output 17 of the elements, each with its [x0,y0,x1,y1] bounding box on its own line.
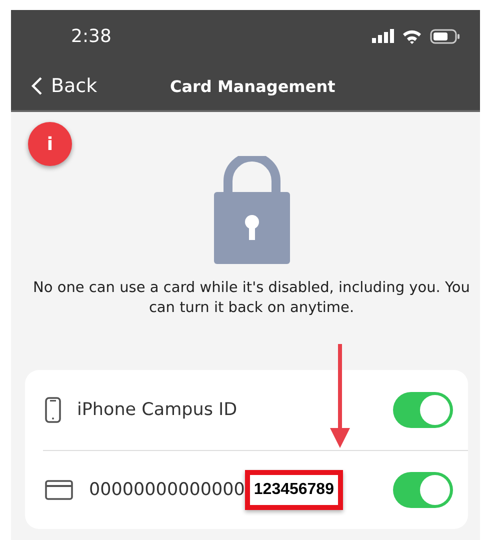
lock-icon [214,156,290,264]
signal-icon [372,29,394,43]
back-button[interactable]: Back [11,75,98,97]
card-name: 00000000000000 [89,480,245,500]
highlighted-card-number: 123456789 [244,470,343,510]
disabled-card-message: No one can use a card while it's disabled, including you. You can turn it back on anytime. [32,279,471,318]
wifi-icon [402,28,422,44]
card-toggle[interactable] [393,392,453,428]
info-button[interactable]: i [28,122,72,166]
card-icon [45,480,73,500]
phone-icon [45,397,61,423]
screen-title: Card Management [170,76,336,96]
status-time: 2:38 [71,26,112,46]
card-toggle[interactable] [393,472,453,508]
card-name: iPhone Campus ID [77,400,238,420]
battery-icon [430,28,460,44]
chevron-left-icon [31,76,43,96]
